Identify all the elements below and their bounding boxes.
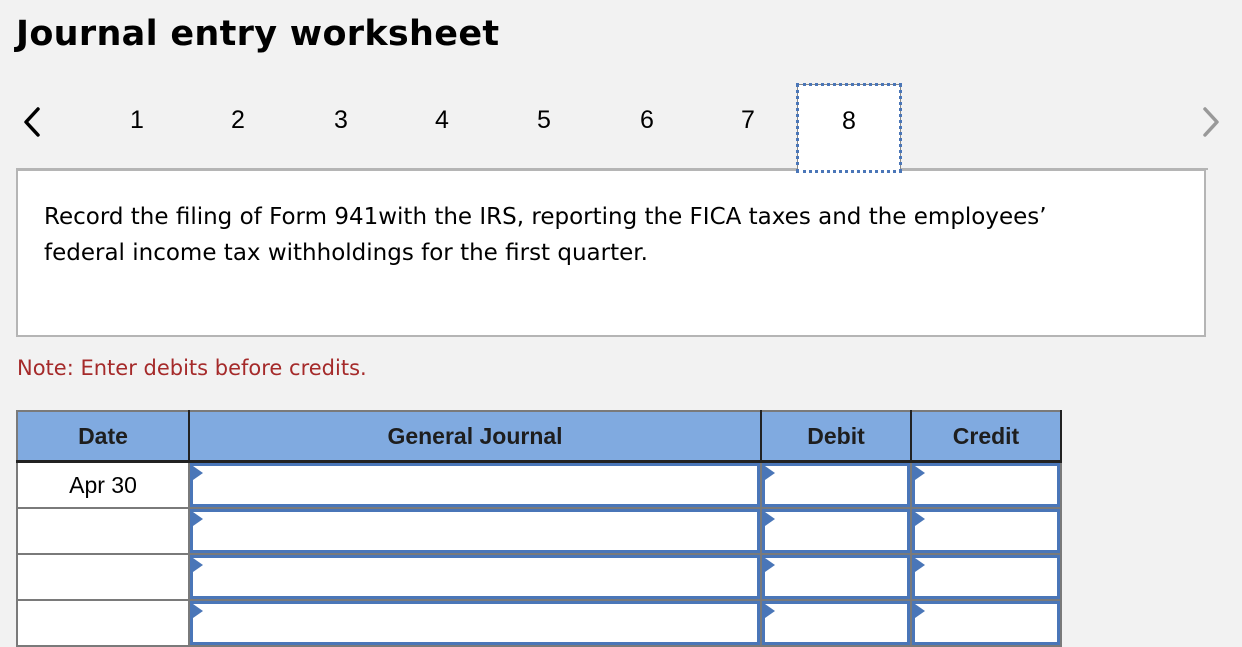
dropdown-marker-icon (193, 466, 203, 480)
step-tab-5[interactable]: 5 (524, 100, 564, 140)
dropdown-marker-icon (915, 466, 925, 480)
column-header-general-journal: General Journal (189, 411, 762, 463)
credit-input[interactable] (912, 601, 1060, 645)
question-text: Record the filing of Form 941with the IR… (44, 204, 1047, 266)
credit-cell (910, 460, 1062, 509)
step-tab-7[interactable]: 7 (728, 100, 768, 140)
column-header-credit: Credit (911, 411, 1062, 463)
date-cell (16, 553, 190, 601)
account-input[interactable] (190, 601, 760, 645)
credit-cell (910, 599, 1062, 647)
dropdown-marker-icon (915, 512, 925, 526)
dropdown-marker-icon (193, 558, 203, 572)
table-row (16, 507, 1062, 555)
step-tab-6[interactable]: 6 (627, 100, 667, 140)
chevron-left-icon (24, 107, 40, 137)
step-tab-2[interactable]: 2 (218, 100, 258, 140)
debit-input[interactable] (762, 509, 910, 553)
credit-input[interactable] (912, 509, 1060, 553)
debit-cell (760, 553, 912, 601)
date-cell: Apr 30 (16, 460, 190, 509)
date-cell (16, 599, 190, 647)
debit-cell (760, 507, 912, 555)
column-header-debit: Debit (761, 411, 912, 463)
account-cell (188, 599, 762, 647)
step-tab-1[interactable]: 1 (117, 100, 157, 140)
table-row: Apr 30 (16, 460, 1062, 509)
account-cell (188, 553, 762, 601)
previous-button[interactable] (18, 102, 46, 142)
dropdown-marker-icon (193, 512, 203, 526)
next-button[interactable] (1197, 102, 1225, 142)
debit-input[interactable] (762, 463, 910, 507)
dropdown-marker-icon (765, 466, 775, 480)
column-header-date: Date (17, 411, 190, 463)
credit-cell (910, 553, 1062, 601)
debit-input[interactable] (762, 555, 910, 599)
account-cell (188, 460, 762, 509)
account-cell (188, 507, 762, 555)
chevron-right-icon (1203, 107, 1219, 137)
question-panel: Record the filing of Form 941with the IR… (16, 169, 1206, 337)
account-input[interactable] (190, 509, 760, 553)
table-row (16, 599, 1062, 647)
dropdown-marker-icon (765, 558, 775, 572)
debit-cell (760, 460, 912, 509)
step-tab-4[interactable]: 4 (422, 100, 462, 140)
journal-table: Date General Journal Debit Credit Apr 30 (16, 410, 1062, 647)
table-row (16, 553, 1062, 601)
credit-input[interactable] (912, 463, 1060, 507)
debit-input[interactable] (762, 601, 910, 645)
dropdown-marker-icon (765, 512, 775, 526)
credit-cell (910, 507, 1062, 555)
account-input[interactable] (190, 555, 760, 599)
debit-cell (760, 599, 912, 647)
step-tab-3[interactable]: 3 (321, 100, 361, 140)
credit-input[interactable] (912, 555, 1060, 599)
date-cell (16, 507, 190, 555)
table-header-row: Date General Journal Debit Credit (17, 411, 1062, 463)
step-navigation: 1 2 3 4 5 6 7 8 (0, 82, 1242, 173)
dropdown-marker-icon (915, 558, 925, 572)
page-title: Journal entry worksheet (16, 14, 500, 54)
instruction-note: Note: Enter debits before credits. (17, 356, 367, 380)
account-input[interactable] (190, 463, 760, 507)
step-tab-8-active[interactable]: 8 (796, 83, 902, 173)
